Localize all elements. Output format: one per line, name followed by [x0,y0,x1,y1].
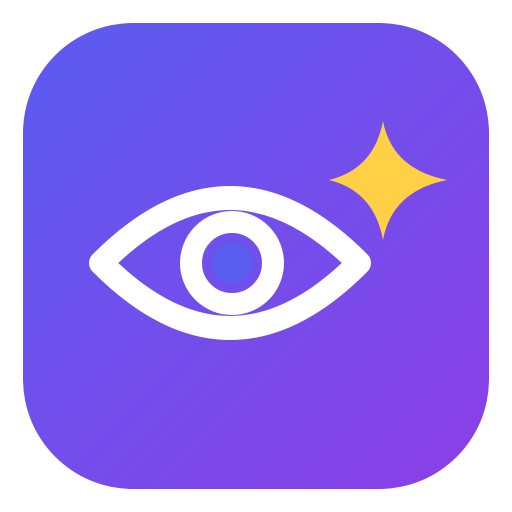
icon-canvas [0,0,512,512]
app-icon [23,23,489,489]
eye-pupil [211,242,253,284]
app-icon-graphic [23,23,489,489]
